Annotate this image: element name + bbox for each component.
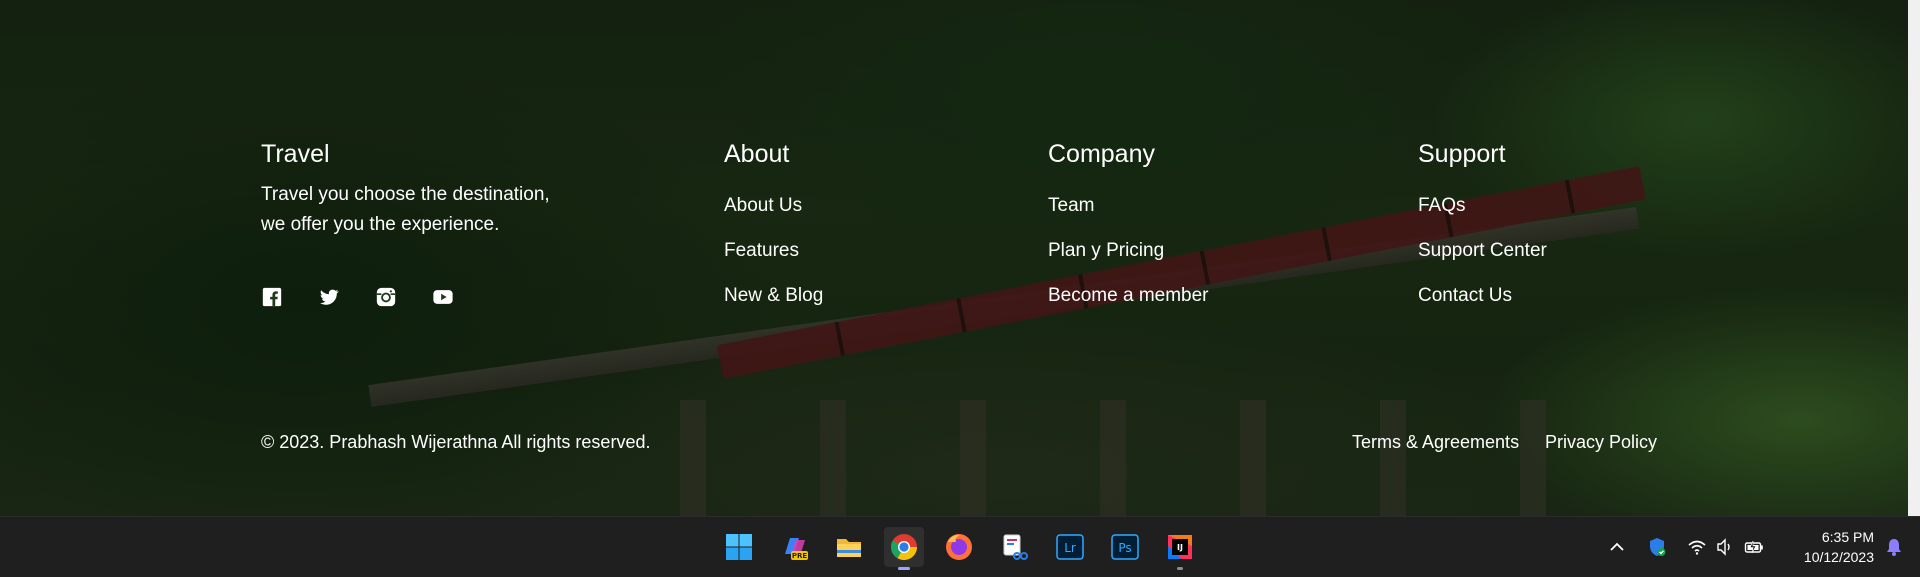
windows-start-icon[interactable] xyxy=(719,527,759,567)
copilot-pre-icon[interactable]: PRE xyxy=(774,527,814,567)
tagline-line-2: we offer you the experience. xyxy=(261,214,500,235)
svg-text:Lr: Lr xyxy=(1064,541,1076,555)
brand-tagline: Travel you choose the destination, we of… xyxy=(261,180,601,240)
svg-text:IJ: IJ xyxy=(1177,543,1183,552)
active-indicator xyxy=(898,567,910,570)
become-member-link[interactable]: Become a member xyxy=(1048,285,1209,307)
taskbar: PRE Lr Ps IJ 6:35 PM 10/12/2023 xyxy=(0,516,1920,577)
footer-content: Travel Travel you choose the destination… xyxy=(0,0,1908,516)
copyright-text: © 2023. Prabhash Wijerathna All rights r… xyxy=(261,432,651,452)
news-blog-link[interactable]: New & Blog xyxy=(724,285,823,307)
instagram-icon[interactable] xyxy=(375,286,397,308)
file-explorer-icon[interactable] xyxy=(829,527,869,567)
shield-icon[interactable] xyxy=(1645,535,1669,559)
firefox-icon[interactable] xyxy=(939,527,979,567)
company-title: Company xyxy=(1048,140,1155,168)
bell-icon[interactable] xyxy=(1882,535,1906,559)
wifi-icon[interactable] xyxy=(1685,535,1709,559)
clock[interactable]: 6:35 PM 10/12/2023 xyxy=(1784,527,1874,567)
chevron-up-icon[interactable] xyxy=(1605,535,1629,559)
contact-us-link[interactable]: Contact Us xyxy=(1418,285,1512,307)
clock-time: 6:35 PM xyxy=(1821,529,1874,545)
scrollbar-track[interactable] xyxy=(1908,0,1920,516)
about-title: About xyxy=(724,140,790,168)
svg-text:PRE: PRE xyxy=(792,552,808,560)
faqs-link[interactable]: FAQs xyxy=(1418,195,1466,217)
battery-icon[interactable] xyxy=(1742,535,1766,559)
page-footer: Travel Travel you choose the destination… xyxy=(0,0,1908,516)
photoshop-icon[interactable]: Ps xyxy=(1105,527,1145,567)
brand-title: Travel xyxy=(261,140,330,168)
svg-text:Ps: Ps xyxy=(1118,541,1131,555)
intellij-icon[interactable]: IJ xyxy=(1160,527,1200,570)
snipping-tool-icon[interactable] xyxy=(994,527,1034,567)
terms-link[interactable]: Terms & Agreements xyxy=(1352,432,1519,453)
youtube-icon[interactable] xyxy=(432,286,454,308)
plan-pricing-link[interactable]: Plan y Pricing xyxy=(1048,240,1164,262)
about-us-link[interactable]: About Us xyxy=(724,195,802,217)
features-link[interactable]: Features xyxy=(724,240,799,262)
lightroom-icon[interactable]: Lr xyxy=(1050,527,1090,567)
support-center-link[interactable]: Support Center xyxy=(1418,240,1547,262)
clock-date: 10/12/2023 xyxy=(1803,549,1874,565)
volume-icon[interactable] xyxy=(1713,535,1737,559)
team-link[interactable]: Team xyxy=(1048,195,1094,217)
facebook-icon[interactable] xyxy=(261,286,283,308)
support-title: Support xyxy=(1418,140,1506,168)
chrome-icon[interactable] xyxy=(884,527,924,570)
privacy-policy-link[interactable]: Privacy Policy xyxy=(1545,432,1657,453)
tagline-line-1: Travel you choose the destination, xyxy=(261,184,550,205)
twitter-icon[interactable] xyxy=(318,286,340,308)
running-indicator xyxy=(1177,567,1183,570)
